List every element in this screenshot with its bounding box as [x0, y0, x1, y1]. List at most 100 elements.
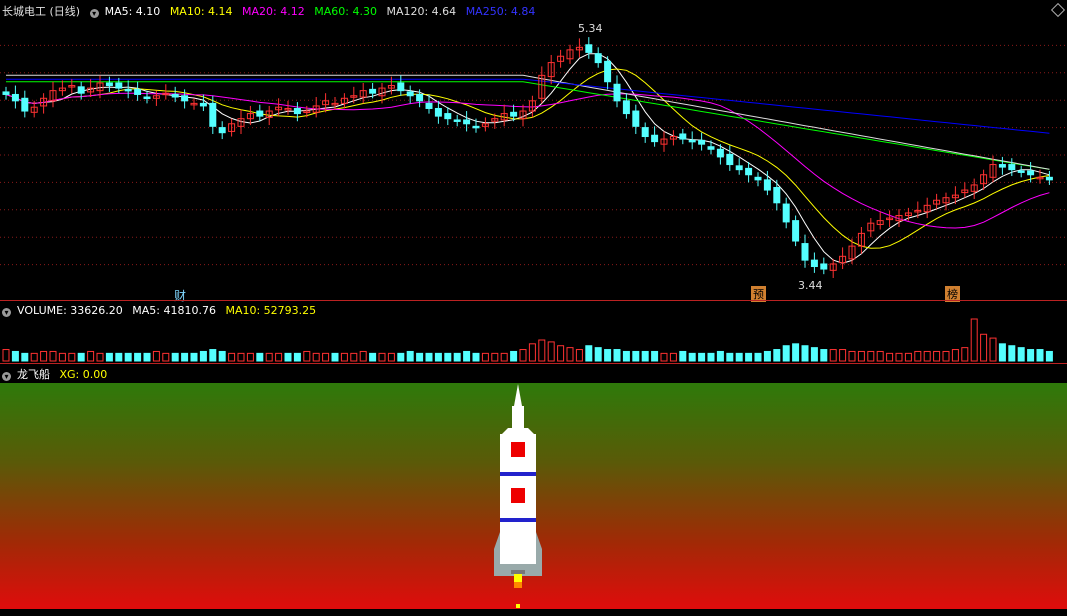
candle-body: [707, 146, 715, 150]
volume-bar: [434, 352, 442, 362]
rocket-graphic: [494, 384, 542, 608]
ma20-line: [5, 92, 1050, 229]
ma5-label: MA5: 4.10: [104, 5, 161, 18]
candle-body: [218, 127, 226, 134]
volume-bar: [735, 352, 743, 362]
volume-bar: [698, 352, 706, 362]
price-chart-panel[interactable]: 长城电工 (日线) ▾ MA5: 4.10 MA10: 4.14 MA20: 4.…: [0, 0, 1067, 303]
candle-body: [397, 82, 405, 92]
volume-bar: [312, 352, 320, 362]
volume-bar: [839, 349, 847, 362]
volume-bar: [134, 352, 142, 362]
volume-bar: [604, 349, 612, 362]
volume-bar: [651, 350, 659, 362]
volume-bar: [369, 352, 377, 362]
volume-bar: [58, 352, 66, 362]
volume-header: ▾ VOLUME: 33626.20 MA5: 41810.76 MA10: 52…: [2, 304, 322, 317]
candle-body: [792, 220, 800, 242]
high-price-label: 5.34: [578, 22, 603, 35]
candle-body: [77, 86, 85, 94]
candle-body: [998, 164, 1006, 168]
ma10-label: MA10: 4.14: [169, 5, 233, 18]
price-chart-canvas[interactable]: [0, 0, 1067, 300]
volume-bar: [68, 352, 76, 362]
volume-bar: [566, 347, 574, 362]
volume-bar: [575, 349, 583, 362]
candle-body: [632, 110, 640, 127]
ma120-label: MA120: 4.64: [386, 5, 457, 18]
volume-bar: [942, 350, 950, 362]
candle-body: [810, 259, 818, 268]
ma10-line: [5, 68, 1050, 249]
volume-bar: [923, 350, 931, 362]
candle-body: [1045, 176, 1053, 181]
candle-body: [613, 83, 621, 102]
candle-body: [754, 176, 762, 181]
candle-body: [21, 97, 29, 112]
volume-bar: [989, 337, 997, 362]
volume-bar: [933, 350, 941, 362]
volume-bar: [322, 352, 330, 362]
volume-bar: [1017, 347, 1025, 362]
candle-body: [453, 119, 461, 122]
candle-body: [209, 102, 217, 127]
volume-bar: [228, 352, 236, 362]
candle-body: [745, 167, 753, 176]
volume-bar: [265, 352, 273, 362]
volume-bar: [886, 352, 894, 362]
volume-bar: [726, 352, 734, 362]
volume-value-label: VOLUME: 33626.20: [17, 304, 123, 317]
candle-body: [641, 127, 649, 138]
volume-bar: [387, 352, 395, 362]
volume-bar: [340, 352, 348, 362]
candle-body: [716, 148, 724, 158]
volume-bar: [331, 352, 339, 362]
candle-body: [199, 102, 207, 107]
ma60-label: MA60: 4.30: [314, 5, 377, 18]
candle-body: [293, 107, 301, 115]
dropdown-icon[interactable]: ▾: [89, 9, 99, 18]
ma250-line: [6, 78, 1050, 134]
volume-panel[interactable]: ▾ VOLUME: 33626.20 MA5: 41810.76 MA10: 52…: [0, 301, 1067, 363]
volume-bar: [782, 345, 790, 362]
candle-body: [416, 93, 424, 102]
volume-bar: [961, 347, 969, 362]
volume-bar: [1027, 349, 1035, 362]
candle-body: [1027, 170, 1035, 176]
stock-title[interactable]: 长城电工 (日线): [2, 5, 80, 18]
volume-bar: [284, 352, 292, 362]
volume-bar: [585, 345, 593, 362]
volume-bar: [613, 349, 621, 362]
volume-bar: [406, 350, 414, 362]
candle-body: [594, 53, 602, 64]
low-price-label: 3.44: [798, 279, 823, 292]
volume-bar: [510, 350, 518, 362]
volume-bar: [49, 350, 57, 362]
volume-bar: [820, 349, 828, 362]
volume-bar: [810, 347, 818, 362]
volume-bar: [2, 349, 10, 362]
volume-bar: [754, 352, 762, 362]
candle-body: [651, 134, 659, 143]
volume-bar: [293, 352, 301, 362]
volume-bar: [491, 352, 499, 362]
volume-bar: [594, 347, 602, 362]
candle-body: [406, 91, 414, 97]
volume-bar: [801, 345, 809, 362]
volume-dropdown-icon[interactable]: ▾: [2, 308, 11, 317]
volume-bar: [453, 352, 461, 362]
candle-body: [444, 113, 452, 120]
volume-bar: [472, 352, 480, 362]
candle-body: [105, 82, 113, 87]
candle-body: [256, 110, 264, 117]
volume-bar: [463, 350, 471, 362]
candle-body: [679, 133, 687, 140]
candle-body: [510, 111, 518, 117]
volume-bar: [716, 350, 724, 362]
volume-bar: [519, 349, 527, 362]
candle-body: [472, 125, 480, 129]
indicator-panel[interactable]: ▾ 龙飞船 XG: 0.00: [0, 364, 1067, 616]
candle-body: [171, 93, 179, 98]
volume-bar: [792, 343, 800, 362]
candle-body: [463, 119, 471, 125]
